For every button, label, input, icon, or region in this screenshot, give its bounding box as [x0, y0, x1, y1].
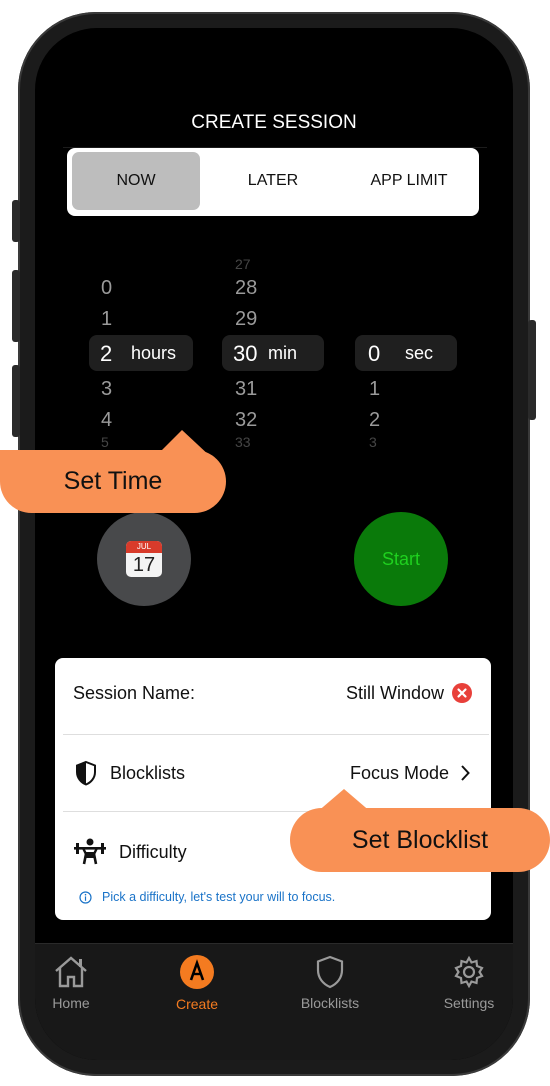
chevron-right-icon — [461, 765, 470, 781]
minutes-option: 32 — [235, 409, 258, 431]
seconds-option: 2 — [369, 409, 381, 431]
home-icon — [55, 956, 87, 988]
tab-create[interactable]: Create — [152, 955, 242, 1015]
schedule-calendar-button[interactable]: JUL 17 — [97, 512, 191, 606]
blocklists-label: Blocklists — [110, 763, 186, 783]
page-title: CREATE SESSION — [191, 112, 357, 133]
tab-now[interactable]: NOW — [72, 152, 200, 210]
hours-unit: hours — [131, 343, 177, 363]
minutes-selected-box: 30 min — [222, 335, 324, 371]
hours-option: 1 — [101, 308, 113, 330]
minutes-wheel[interactable]: 27 28 29 30 min 31 32 33 — [220, 248, 330, 458]
blocklists-row[interactable]: Blocklists Focus Mode — [55, 735, 491, 811]
seconds-option: 1 — [369, 378, 381, 400]
start-button-label: Start — [381, 548, 420, 569]
session-settings-card: Session Name: Still Window Blocklists Fo… — [55, 658, 491, 920]
minutes-option: 33 — [235, 434, 251, 450]
minutes-selected-value: 30 — [233, 341, 258, 366]
tab-app-limit[interactable]: APP LIMIT — [343, 152, 475, 210]
tab-blocklists-label: Blocklists — [300, 995, 360, 1011]
clear-name-icon[interactable] — [452, 683, 472, 703]
minutes-option: 29 — [235, 308, 258, 330]
gear-icon — [454, 955, 484, 989]
start-button[interactable]: Start — [354, 512, 448, 606]
difficulty-hint: Pick a difficulty, let's test your will … — [102, 890, 336, 904]
weightlifter-icon — [74, 838, 106, 865]
tab-bar-divider — [35, 943, 513, 944]
screen: CREATE SESSION NOW LATER APP LIMIT 0 1 2… — [35, 28, 513, 1060]
side-button-left-1 — [12, 200, 20, 242]
set-blocklist-callout: Set Blocklist — [290, 808, 550, 872]
tab-settings[interactable]: Settings — [424, 955, 513, 1015]
hours-option: 4 — [101, 409, 113, 431]
hours-selected-value: 2 — [100, 341, 113, 366]
calendar-month: JUL — [126, 541, 162, 553]
side-button-right — [528, 320, 536, 420]
blocklists-value: Focus Mode — [349, 763, 449, 783]
minutes-option: 27 — [235, 256, 251, 272]
seconds-selected-box: 0 sec — [355, 335, 457, 371]
side-button-left-2 — [12, 270, 20, 342]
minutes-option: 28 — [235, 277, 258, 299]
seconds-option: 3 — [369, 434, 377, 450]
difficulty-label: Difficulty — [119, 842, 187, 862]
calendar-icon: JUL 17 — [126, 541, 162, 577]
shield-icon — [76, 760, 96, 786]
tab-bar: Home Create Blocklists Settings — [35, 943, 513, 1060]
hours-option: 3 — [101, 378, 113, 400]
tab-create-label: Create — [175, 996, 219, 1012]
seconds-wheel[interactable]: 0 sec 1 2 3 — [353, 268, 463, 458]
minutes-option: 31 — [235, 378, 258, 400]
seconds-unit: sec — [405, 343, 434, 363]
hours-option: 5 — [101, 434, 109, 450]
hours-option: 0 — [101, 277, 113, 299]
info-icon — [79, 891, 92, 904]
side-button-left-3 — [12, 365, 20, 437]
tab-settings-label: Settings — [443, 995, 495, 1011]
session-name-value[interactable]: Still Window — [346, 683, 444, 704]
tab-later[interactable]: LATER — [207, 152, 339, 210]
set-time-callout-text: Set Time — [63, 467, 163, 495]
minutes-unit: min — [268, 343, 298, 363]
set-time-callout: Set Time — [0, 450, 226, 513]
mode-segmented-control: NOW LATER APP LIMIT — [67, 148, 479, 216]
seconds-selected-value: 0 — [368, 341, 381, 366]
tab-home[interactable]: Home — [35, 955, 116, 1015]
tab-blocklists[interactable]: Blocklists — [285, 955, 375, 1015]
tab-home-label: Home — [52, 995, 90, 1011]
session-name-label: Session Name: — [73, 683, 196, 703]
calendar-day: 17 — [132, 554, 156, 576]
shield-icon — [316, 955, 344, 989]
set-blocklist-callout-text: Set Blocklist — [351, 825, 489, 854]
hours-selected-box: 2 hours — [89, 335, 193, 371]
create-icon — [180, 955, 214, 989]
